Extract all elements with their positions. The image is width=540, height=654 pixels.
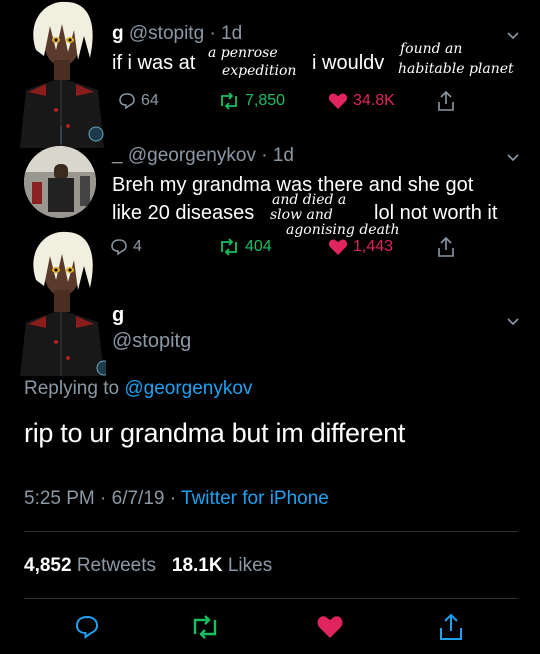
chevron-down-icon[interactable] — [506, 28, 520, 42]
retweet-label: Retweets — [76, 555, 157, 576]
like-button[interactable]: 1,443 — [328, 238, 393, 256]
handwritten-note-2: found an — [400, 41, 463, 57]
avatar-stopitg[interactable] — [16, 226, 106, 376]
retweet-button[interactable]: 404 — [218, 238, 272, 256]
source-link[interactable]: Twitter for iPhone — [181, 488, 329, 509]
tweet-2-header: _ @georgenykov · 1d — [112, 145, 294, 167]
retweet-icon[interactable] — [190, 614, 220, 640]
thread-line — [60, 126, 62, 144]
tweet-2-line-2a: like 20 diseases — [112, 202, 255, 224]
like-icon — [328, 239, 348, 255]
handwritten-note-1b: expedition — [222, 63, 297, 79]
tweet-1-text-a: if i was at — [112, 52, 196, 74]
retweet-icon — [221, 92, 237, 110]
tweet-timestamp: 5:25 PM · 6/7/19 · — [24, 488, 177, 509]
reply-icon — [111, 239, 127, 256]
chevron-down-icon[interactable] — [506, 150, 520, 164]
share-icon[interactable] — [438, 612, 464, 642]
retweet-button[interactable]: 7,850 — [218, 92, 285, 110]
handwritten-note-1: a penrose — [208, 45, 278, 61]
timestamp[interactable]: · 1d — [209, 23, 242, 44]
main-tweet-text: rip to ur grandma but im different — [24, 418, 405, 448]
like-count: 1,443 — [353, 238, 394, 255]
replying-to: Replying to @georgenykov — [24, 378, 252, 400]
tweet-1-header: g @stopitg · 1d — [112, 23, 242, 45]
retweets-stat[interactable]: 4,852 Retweets — [24, 555, 161, 576]
retweet-icon — [221, 238, 237, 256]
like-total: 18.1K — [171, 555, 223, 576]
share-icon[interactable] — [436, 236, 456, 258]
reply-button[interactable]: 64 — [118, 92, 159, 110]
display-name[interactable]: g — [112, 23, 124, 44]
like-button[interactable]: 34.8K — [328, 92, 395, 110]
retweet-count: 404 — [245, 238, 272, 255]
share-icon[interactable] — [436, 90, 456, 112]
replying-handle-link[interactable]: @georgenykov — [124, 378, 252, 399]
retweet-total: 4,852 — [24, 555, 72, 576]
likes-stat[interactable]: 18.1K Likes — [172, 555, 272, 576]
reply-icon[interactable] — [74, 614, 100, 640]
like-icon[interactable] — [316, 614, 344, 640]
like-label: Likes — [227, 555, 273, 576]
handwritten-note-b: slow and — [270, 207, 333, 223]
handle[interactable]: @stopitg — [112, 330, 191, 353]
reply-button[interactable]: 4 — [110, 238, 142, 256]
avatar-georgenykov[interactable] — [24, 146, 96, 218]
tweet-1-text-b: i wouldv — [312, 52, 385, 74]
like-icon — [328, 93, 348, 109]
tweet-2-line-2b: lol not worth it — [374, 202, 498, 224]
reply-icon — [119, 93, 135, 110]
divider — [24, 531, 518, 532]
reply-count: 64 — [141, 92, 159, 109]
handwritten-note-2b: habitable planet — [398, 61, 514, 77]
reply-count: 4 — [133, 238, 142, 255]
tweet-meta: 5:25 PM · 6/7/19 · Twitter for iPhone — [24, 488, 329, 510]
chevron-down-icon[interactable] — [506, 314, 520, 328]
tweet-stats: 4,852 Retweets 18.1K Likes — [24, 555, 272, 577]
handle[interactable]: @stopitg — [129, 23, 204, 44]
replying-label: Replying to — [24, 378, 120, 399]
retweet-count: 7,850 — [245, 92, 286, 109]
handle[interactable]: @georgenykov — [128, 145, 256, 166]
divider — [24, 598, 518, 599]
display-name[interactable]: g — [112, 304, 124, 327]
like-count: 34.8K — [353, 92, 395, 109]
handwritten-note-a: and died a — [272, 192, 347, 208]
timestamp[interactable]: · 1d — [261, 145, 294, 166]
display-name[interactable]: _ — [112, 145, 123, 166]
